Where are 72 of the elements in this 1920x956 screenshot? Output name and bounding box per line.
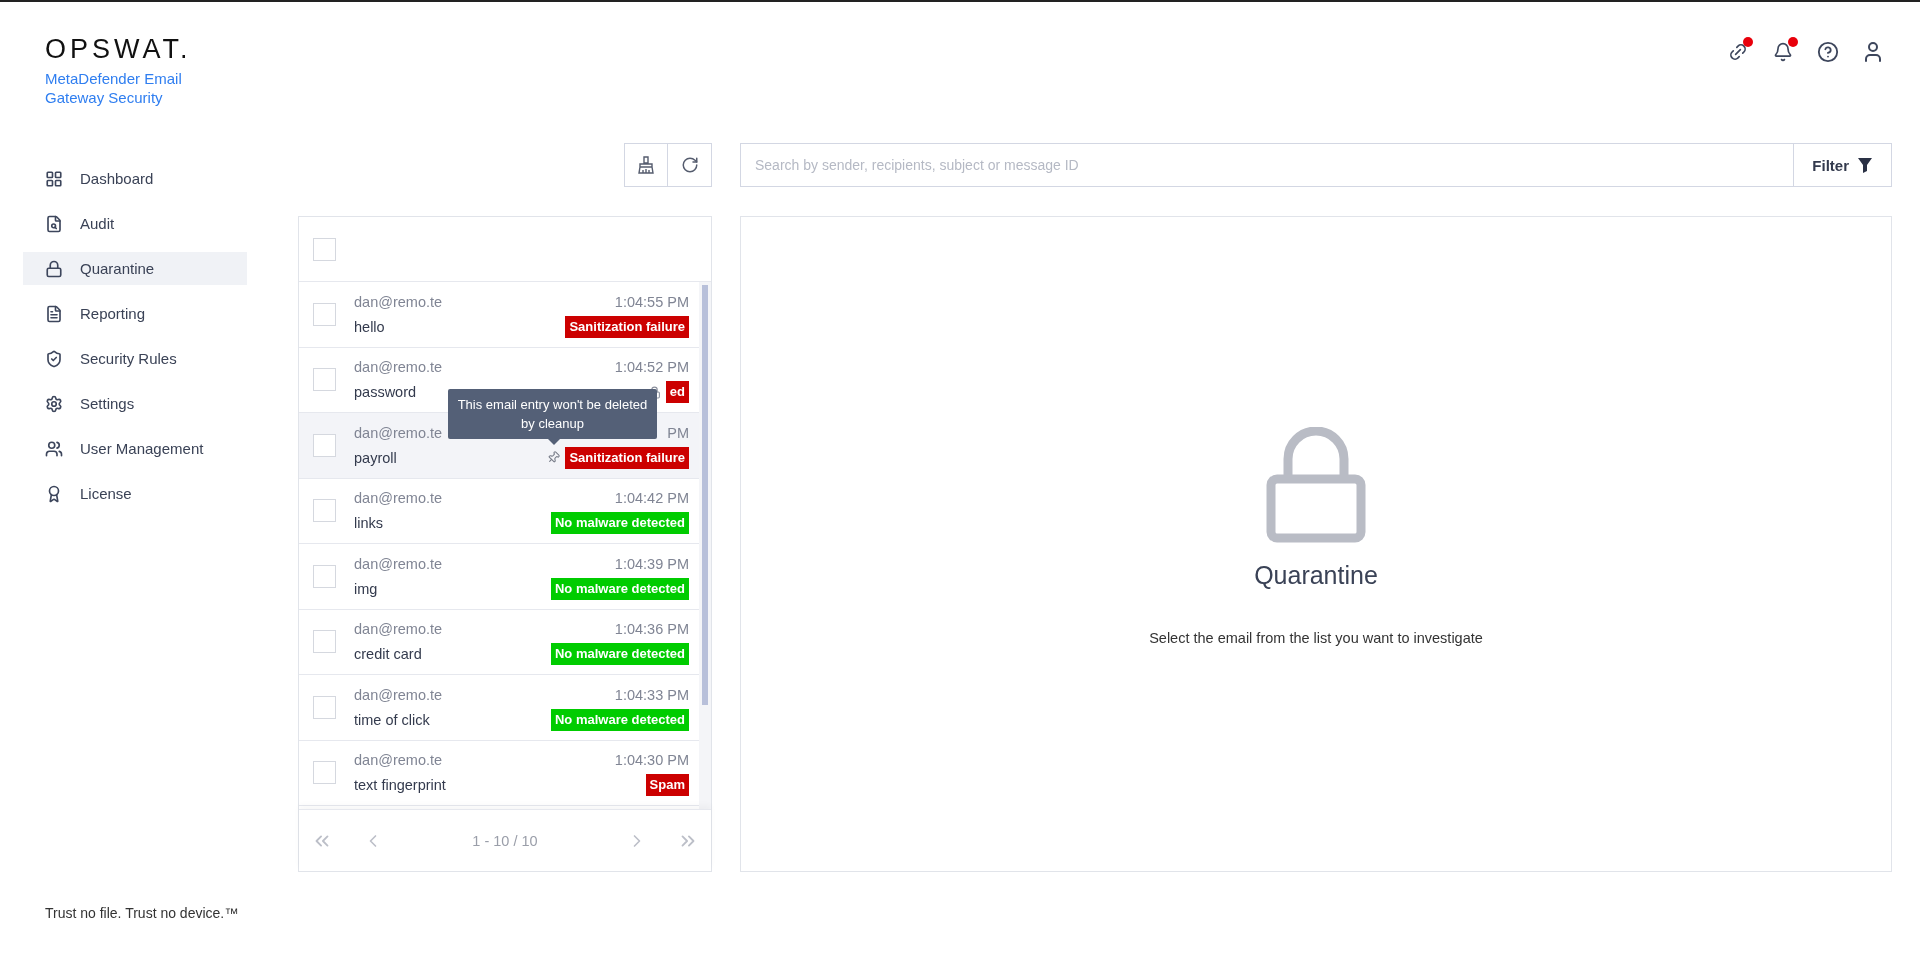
select-all-checkbox[interactable] bbox=[313, 237, 336, 261]
subject: credit card bbox=[354, 646, 422, 663]
sender: dan@remo.te bbox=[354, 686, 443, 703]
product-name: MetaDefender Email Gateway Security bbox=[45, 69, 183, 107]
grid-icon bbox=[45, 169, 63, 188]
sidebar-item[interactable]: Audit bbox=[23, 207, 247, 240]
received-time: 1:04:33 PM bbox=[614, 686, 689, 703]
filter-button[interactable]: Filter bbox=[1793, 144, 1891, 186]
bell-icon bbox=[1773, 42, 1793, 62]
shield-check-icon bbox=[45, 349, 63, 368]
status-badge: ed bbox=[665, 381, 689, 404]
received-time: 1:04:52 PM bbox=[614, 359, 689, 376]
refresh-button[interactable] bbox=[668, 143, 712, 187]
status-badge: No malware detected bbox=[550, 643, 689, 666]
status-badge: Sanitization failure bbox=[565, 446, 689, 469]
subject: img bbox=[354, 580, 378, 597]
received-time: 1:04:30 PM bbox=[614, 752, 689, 769]
clean-button[interactable] bbox=[624, 143, 668, 187]
status-badge: Spam bbox=[645, 774, 689, 797]
subject: password bbox=[354, 384, 417, 401]
tagline: Trust no file. Trust no device.™ bbox=[44, 905, 240, 921]
sender: dan@remo.te bbox=[354, 490, 443, 507]
sender: dan@remo.te bbox=[354, 752, 443, 769]
sidebar-item[interactable]: Dashboard bbox=[23, 162, 247, 195]
scrollbar[interactable] bbox=[699, 282, 711, 809]
row-checkbox[interactable] bbox=[313, 630, 336, 654]
status-badge: No malware detected bbox=[550, 577, 689, 600]
status-badge: No malware detected bbox=[550, 512, 689, 535]
received-time: PM bbox=[667, 424, 689, 441]
empty-state-message: Select the email from the list you want to investigate bbox=[1149, 630, 1483, 646]
help-icon bbox=[1817, 41, 1839, 63]
filter-icon bbox=[1857, 157, 1873, 173]
row-checkbox[interactable] bbox=[313, 433, 336, 457]
row-checkbox[interactable] bbox=[313, 564, 336, 588]
sender: dan@remo.te bbox=[354, 359, 443, 376]
document-search-icon bbox=[45, 214, 63, 233]
subject: payroll bbox=[354, 449, 397, 466]
received-time: 1:04:55 PM bbox=[614, 293, 689, 310]
users-icon bbox=[45, 439, 63, 458]
status-badge: No malware detected bbox=[550, 708, 689, 731]
search-field[interactable]: Search by sender, recipients, subject or message ID Filter bbox=[740, 143, 1892, 187]
row-checkbox[interactable] bbox=[313, 302, 336, 326]
subject: links bbox=[354, 515, 383, 532]
row-checkbox[interactable] bbox=[313, 695, 336, 719]
row-checkbox[interactable] bbox=[313, 368, 336, 392]
subject: hello bbox=[354, 318, 385, 335]
broom-icon bbox=[637, 156, 655, 174]
refresh-icon bbox=[680, 156, 699, 174]
received-time: 1:04:36 PM bbox=[614, 621, 689, 638]
subject: text fingerprint bbox=[354, 777, 446, 794]
sidebar-item[interactable]: Security Rules bbox=[23, 342, 247, 375]
sender: dan@remo.te bbox=[354, 621, 443, 638]
tooltip-arrow bbox=[548, 439, 560, 445]
sidebar-item[interactable]: Quarantine bbox=[23, 252, 247, 285]
sender: dan@remo.te bbox=[354, 424, 443, 441]
row-checkbox[interactable] bbox=[313, 499, 336, 523]
sender: dan@remo.te bbox=[354, 293, 443, 310]
received-time: 1:04:42 PM bbox=[614, 490, 689, 507]
subject: time of click bbox=[354, 711, 430, 728]
sidebar-item[interactable]: User Management bbox=[23, 432, 247, 465]
empty-state-title: Quarantine bbox=[1254, 561, 1378, 590]
sidebar-item[interactable]: Reporting bbox=[23, 297, 247, 330]
settings-icon bbox=[45, 394, 63, 413]
row-checkbox[interactable] bbox=[313, 761, 336, 785]
sidebar-item[interactable]: Settings bbox=[23, 387, 247, 420]
page-range: 1 - 10 / 10 bbox=[472, 832, 538, 849]
received-time: 1:04:39 PM bbox=[614, 555, 689, 572]
sender: dan@remo.te bbox=[354, 555, 443, 572]
logo: OPSWAT. bbox=[45, 35, 193, 63]
sidebar-item[interactable]: License bbox=[23, 477, 247, 510]
status-badge: Sanitization failure bbox=[565, 315, 689, 338]
document-icon bbox=[45, 304, 63, 323]
